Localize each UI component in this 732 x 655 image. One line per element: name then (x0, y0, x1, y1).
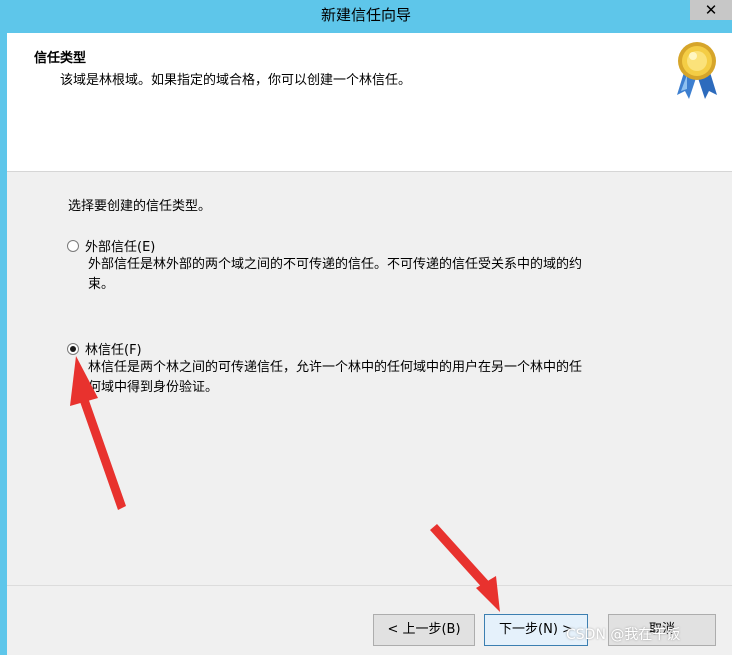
close-button[interactable]: ✕ (690, 0, 732, 20)
external-trust-desc-line1: 外部信任是林外部的两个域之间的不可传递的信任。不可传递的信任受关系中的域的约 (88, 257, 583, 272)
external-trust-option[interactable]: 外部信任(E) (67, 236, 155, 255)
award-medal-icon (677, 42, 717, 99)
external-trust-label[interactable]: 外部信任(E) (85, 236, 155, 255)
forest-trust-radio[interactable] (67, 342, 79, 355)
page-description: 该域是林根域。如果指定的域合格，你可以创建一个林信任。 (60, 73, 412, 88)
forest-trust-desc-line2: 何域中得到身份验证。 (88, 380, 219, 395)
title-bar: 新建信任向导 ✕ (0, 0, 732, 32)
forest-trust-label[interactable]: 林信任(F) (85, 339, 142, 358)
back-button[interactable]: < 上一步(B) (373, 614, 475, 646)
forest-trust-option[interactable]: 林信任(F) (67, 339, 142, 358)
header-panel: 信任类型 该域是林根域。如果指定的域合格，你可以创建一个林信任。 (7, 33, 732, 172)
trust-type-prompt: 选择要创建的信任类型。 (68, 199, 212, 214)
external-trust-description: 外部信任是林外部的两个域之间的不可传递的信任。不可传递的信任受关系中的域的约 束… (88, 255, 668, 295)
watermark: CSDN @我在干饭 (566, 627, 681, 643)
external-trust-desc-line2: 束。 (88, 277, 115, 292)
button-bar: < 上一步(B) 下一步(N) > 取消 (7, 585, 732, 655)
external-trust-radio[interactable] (67, 239, 79, 252)
forest-trust-description: 林信任是两个林之间的可传递信任，允许一个林中的任何域中的用户在另一个林中的任 何… (88, 358, 668, 398)
forest-trust-desc-line1: 林信任是两个林之间的可传递信任，允许一个林中的任何域中的用户在另一个林中的任 (88, 360, 583, 375)
page-title: 信任类型 (34, 51, 87, 66)
window-title: 新建信任向导 (320, 6, 411, 24)
wizard-client: 信任类型 该域是林根域。如果指定的域合格，你可以创建一个林信任。 选择要创建的信… (7, 33, 732, 655)
